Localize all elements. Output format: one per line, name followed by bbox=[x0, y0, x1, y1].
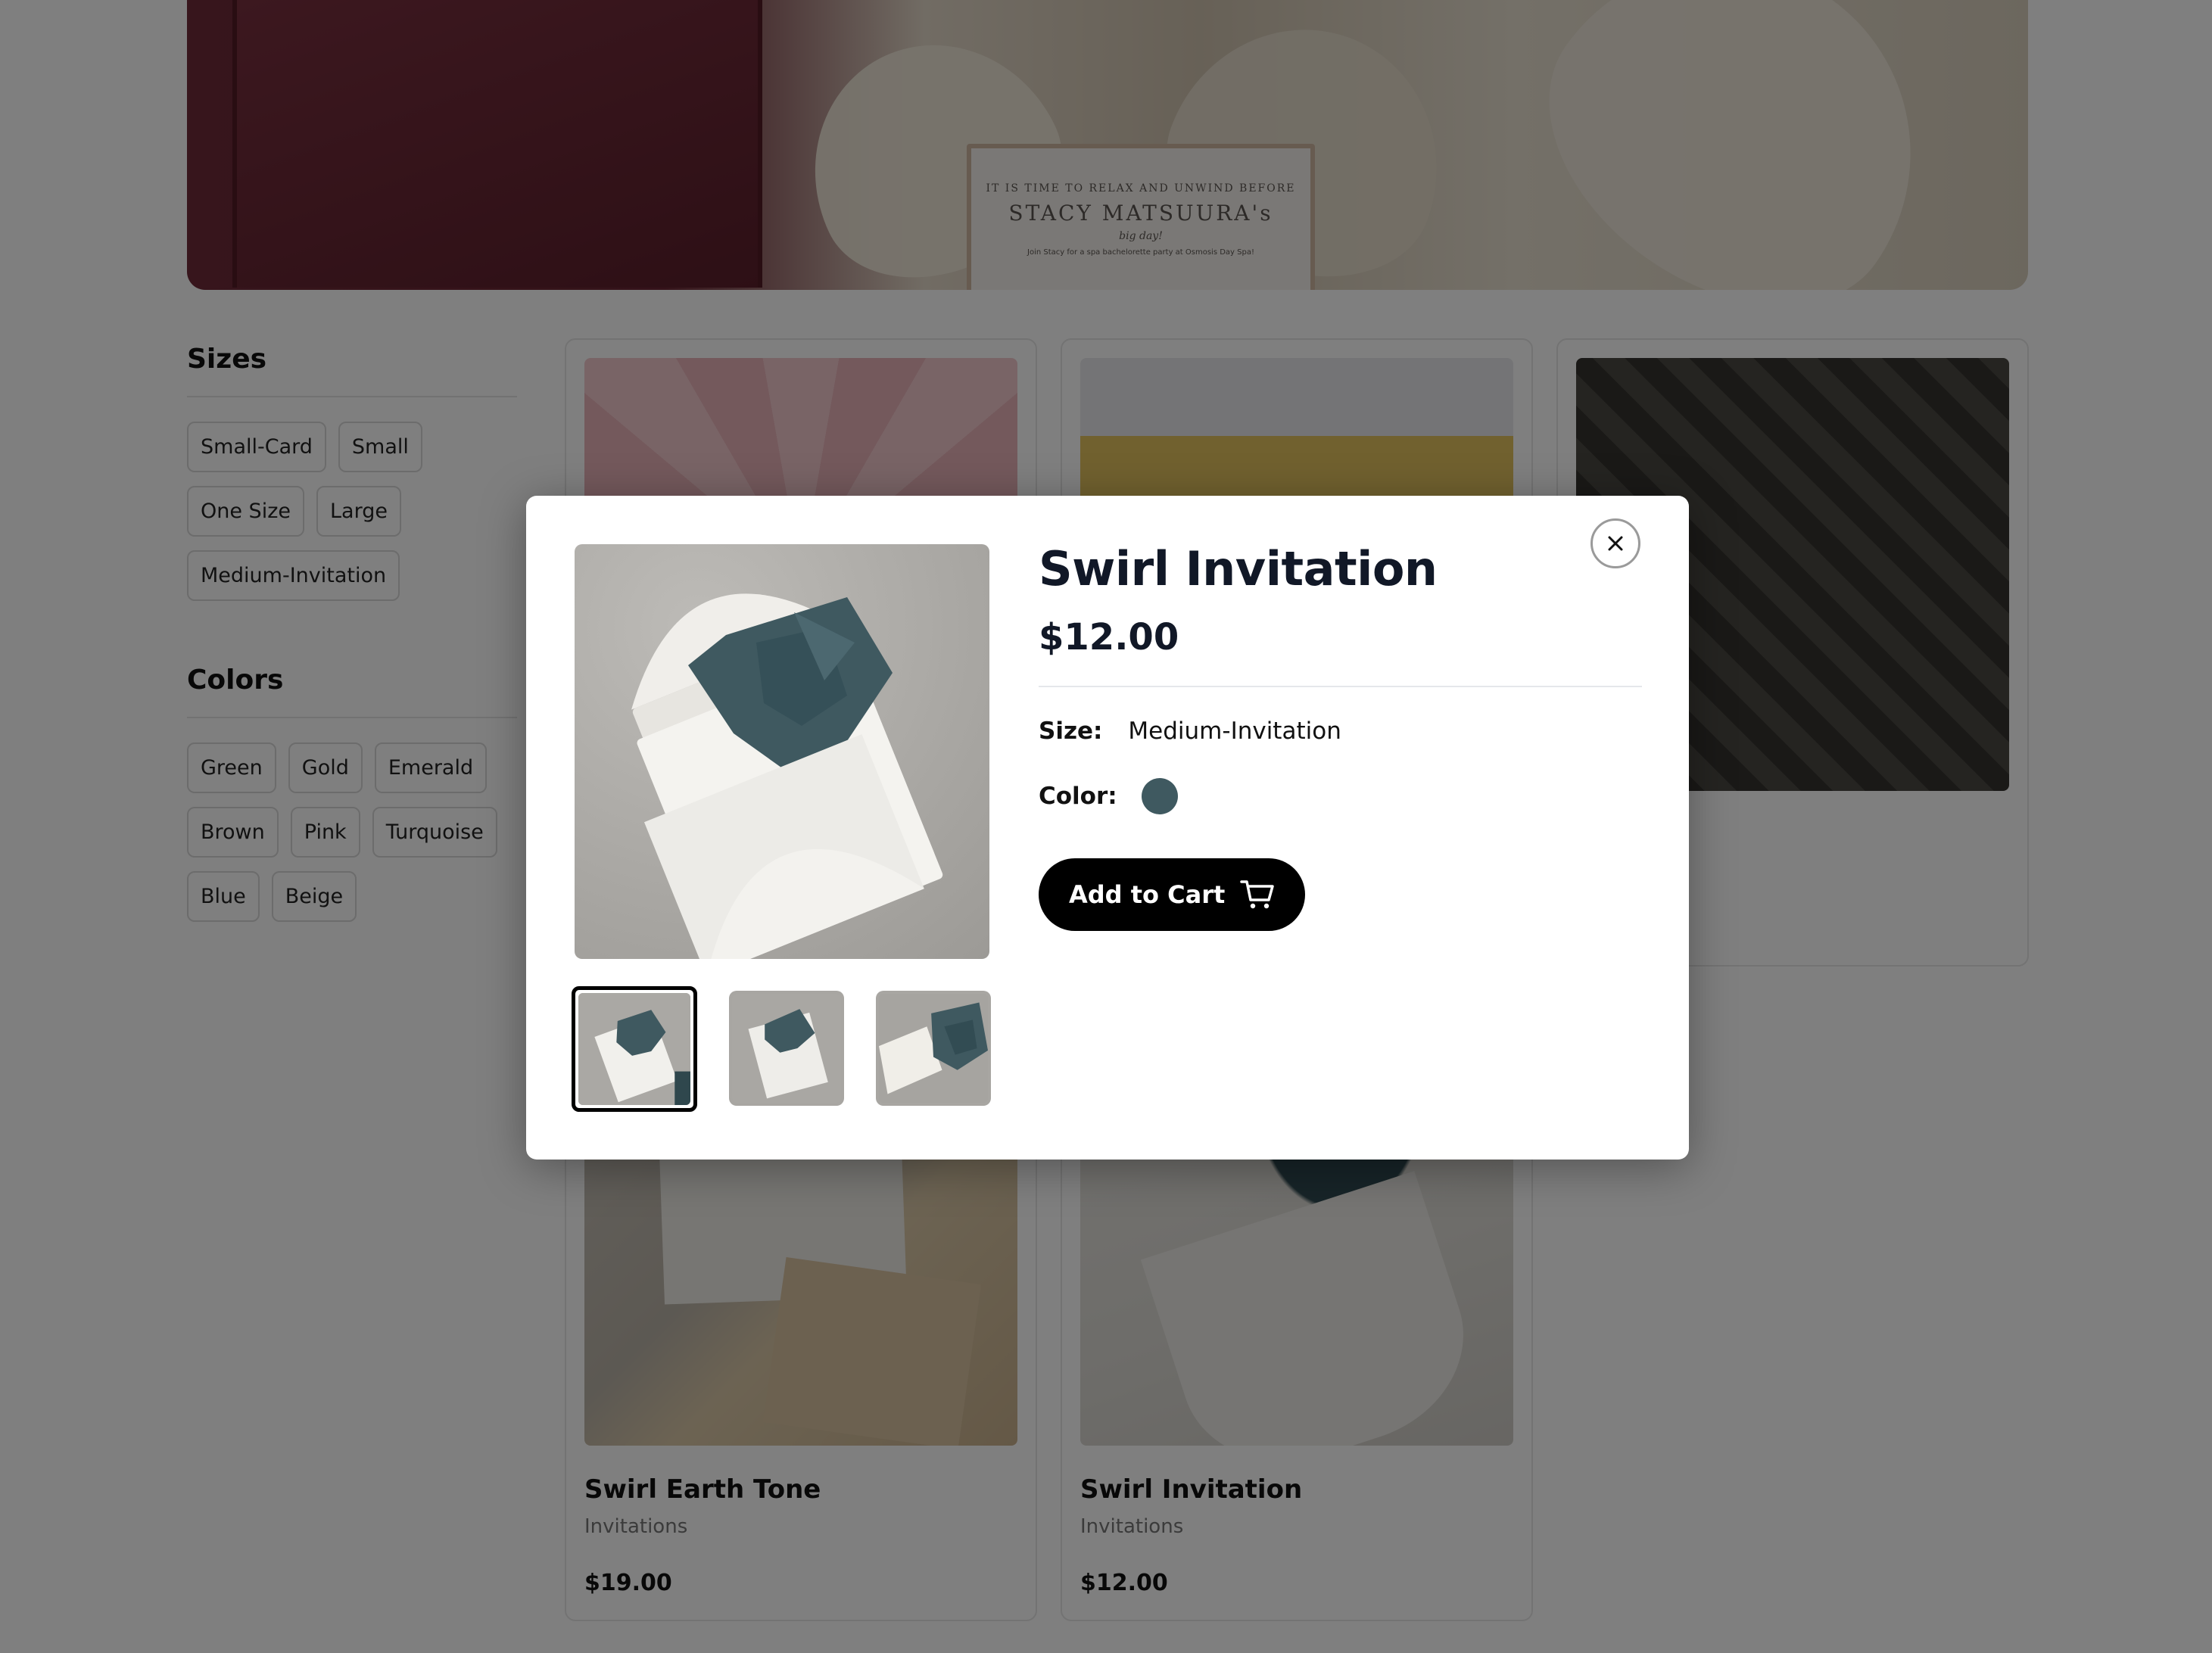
main-product-image bbox=[575, 544, 989, 959]
thumbnail-image bbox=[732, 994, 841, 1103]
thumbnail-illustration bbox=[879, 994, 988, 1103]
product-title: Swirl Invitation bbox=[1039, 541, 1438, 596]
color-label: Color: bbox=[1039, 783, 1117, 810]
thumbnail-image bbox=[578, 993, 690, 1105]
add-to-cart-button[interactable]: Add to Cart bbox=[1039, 858, 1306, 931]
thumbnail-2[interactable] bbox=[729, 991, 844, 1106]
thumbnail-image bbox=[879, 994, 988, 1103]
thumbnail-illustration bbox=[732, 994, 841, 1103]
color-attribute: Color: bbox=[1039, 778, 1642, 814]
product-quick-view-modal: Swirl Invitation $12.00 Size: Medium-Inv… bbox=[526, 496, 1689, 1160]
product-info: Swirl Invitation $12.00 Size: Medium-Inv… bbox=[1039, 541, 1642, 931]
thumbnail-illustration bbox=[578, 993, 690, 1105]
size-value: Medium-Invitation bbox=[1128, 718, 1341, 745]
thumbnail-1[interactable] bbox=[572, 986, 697, 1112]
thumbnail-3[interactable] bbox=[876, 991, 991, 1106]
swirl-invitation-illustration bbox=[631, 593, 943, 959]
product-price: $12.00 bbox=[1039, 616, 1642, 687]
size-attribute: Size: Medium-Invitation bbox=[1039, 718, 1642, 745]
add-to-cart-label: Add to Cart bbox=[1069, 880, 1226, 909]
cart-icon bbox=[1240, 880, 1275, 909]
size-label: Size: bbox=[1039, 718, 1103, 745]
color-swatch[interactable] bbox=[1141, 778, 1178, 814]
thumbnail-row bbox=[572, 986, 991, 1112]
